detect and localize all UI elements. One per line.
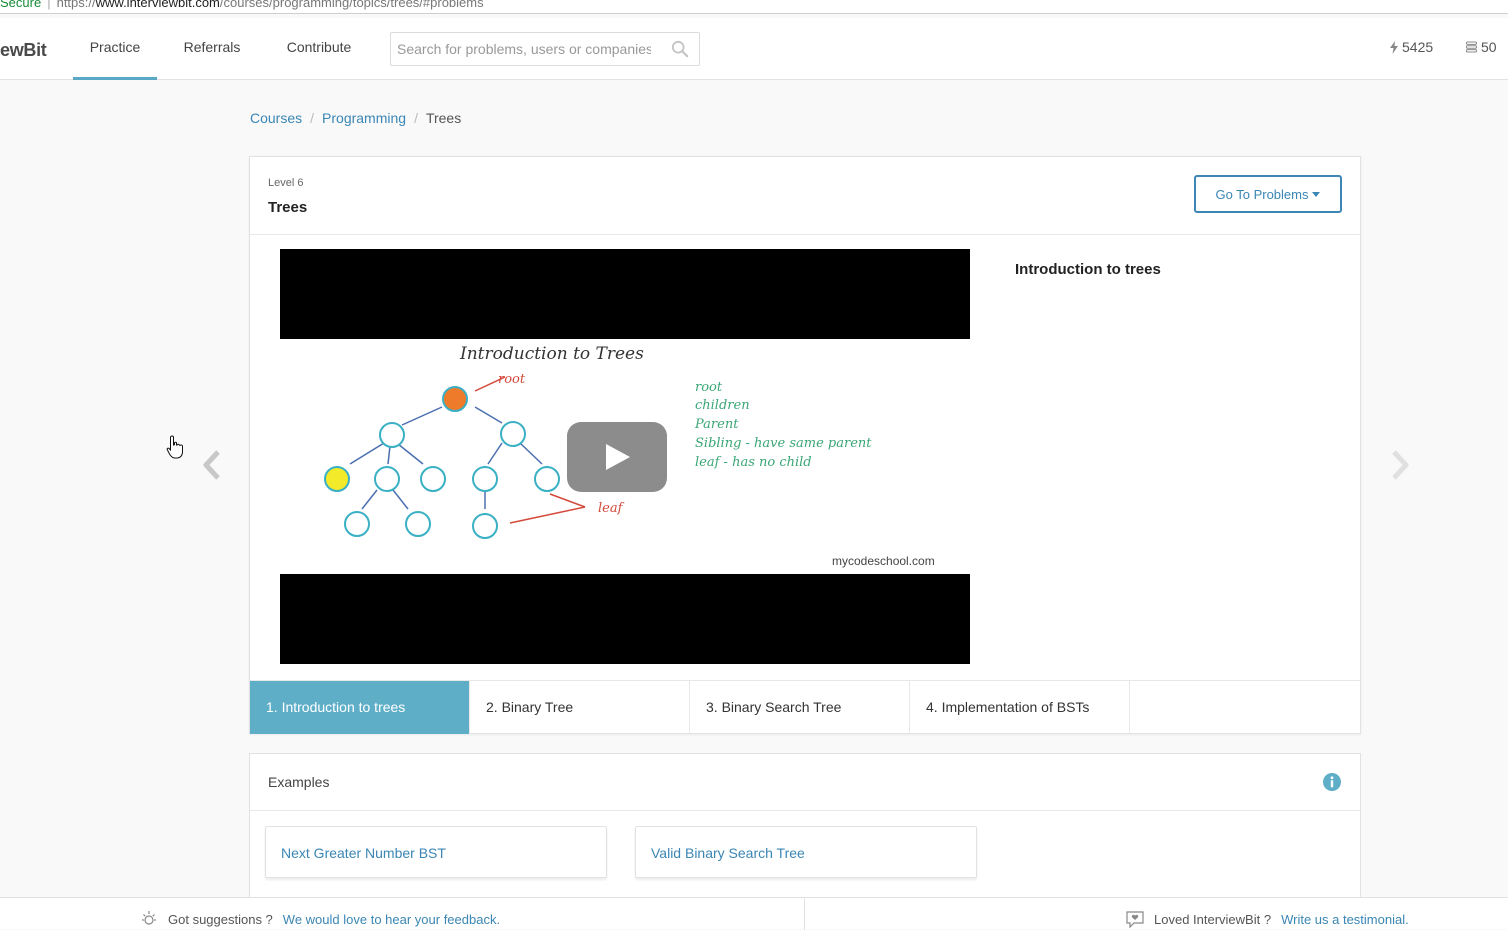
logo[interactable]: ewBit [0,40,47,61]
examples-panel: Examples Next Greater Number BST Valid B… [249,753,1361,903]
lightning-icon [1390,40,1398,54]
svg-text:leaf - has no child: leaf - has no child [695,455,812,470]
svg-text:children: children [695,398,750,413]
lightbulb-icon [142,911,156,925]
testimonial-link[interactable]: Write us a testimonial. [1281,912,1409,927]
chat-heart-icon [1126,911,1144,928]
go-to-problems-button[interactable]: Go To Problems [1194,175,1342,213]
examples-title: Examples [268,774,330,790]
topic-panel: Level 6 Trees Go To Problems Introductio… [249,156,1361,734]
level-label: Level 6 [268,177,304,189]
svg-text:mycodeschool.com: mycodeschool.com [832,554,935,568]
play-icon [606,444,630,470]
nav-practice[interactable]: Practice [73,18,157,80]
page-title: Trees [268,199,308,216]
chevron-right-icon[interactable] [1388,448,1412,482]
caret-down-icon [1312,191,1321,197]
examples-header: Examples [250,754,1360,811]
coins-stat[interactable]: 50 [1466,39,1497,55]
suggestions-text: Got suggestions ? [168,911,273,927]
coins-icon [1466,41,1477,53]
testimonial-section: Loved InterviewBit ? Write us a testimon… [1126,910,1409,928]
url-path: /courses/programming/topics/trees/#probl… [219,0,484,10]
coins-value: 50 [1481,39,1497,55]
problem-card-next-greater-number-bst[interactable]: Next Greater Number BST [265,826,607,878]
svg-text:root: root [695,380,723,395]
nav-referrals[interactable]: Referrals [172,18,252,80]
browser-url-bar[interactable]: Secure | https://www.interviewbit.com/cour… [0,0,1508,14]
play-button[interactable] [567,422,667,492]
problem-card-valid-binary-search-tree[interactable]: Valid Binary Search Tree [635,826,977,878]
search-icon[interactable] [671,40,689,58]
breadcrumb-courses[interactable]: Courses [250,110,302,126]
svg-text:Sibling - have same parent: Sibling - have same parent [695,436,872,451]
video-player[interactable]: Introduction to Trees root leaf root chi… [280,249,970,664]
chevron-left-icon[interactable] [200,448,224,482]
score-stat[interactable]: 5425 [1390,39,1433,55]
info-icon[interactable] [1323,773,1341,791]
breadcrumb-programming[interactable]: Programming [322,110,406,126]
tab-binary-tree[interactable]: 2. Binary Tree [470,681,690,734]
footer-divider [804,898,805,930]
feedback-footer: Got suggestions ? We would love to hear … [0,897,1508,930]
svg-text:leaf: leaf [598,501,625,516]
tab-binary-search-tree[interactable]: 3. Binary Search Tree [690,681,910,734]
hand-cursor-icon [166,435,183,459]
tab-introduction-to-trees[interactable]: 1. Introduction to trees [250,681,470,734]
svg-text:Introduction to Trees: Introduction to Trees [459,344,644,364]
suggestions-section: Got suggestions ? We would love to hear … [140,910,500,928]
breadcrumb: Courses / Programming / Trees [250,110,462,126]
breadcrumb-current: Trees [425,110,462,126]
top-navbar: ewBit Practice Referrals Contribute 5425… [0,18,1508,80]
go-to-problems-label: Go To Problems [1215,186,1309,202]
score-value: 5425 [1402,39,1434,55]
video-title: Introduction to trees [1015,261,1161,278]
feedback-link[interactable]: We would love to hear your feedback. [283,912,500,927]
nav-contribute[interactable]: Contribute [272,18,366,80]
url-prefix: https:// [56,0,96,10]
search-input[interactable] [391,33,651,65]
secure-label: Secure [0,0,42,10]
testimonial-text: Loved InterviewBit ? [1154,911,1272,927]
svg-text:root: root [498,372,526,387]
video-tabs: 1. Introduction to trees 2. Binary Tree … [250,680,1360,734]
tab-implementation-of-bsts[interactable]: 4. Implementation of BSTs [910,681,1130,734]
topic-header: Level 6 Trees Go To Problems [250,157,1360,235]
search-box [390,32,700,66]
url-host: www.interviewbit.com [95,0,220,10]
svg-text:Parent: Parent [694,417,739,432]
